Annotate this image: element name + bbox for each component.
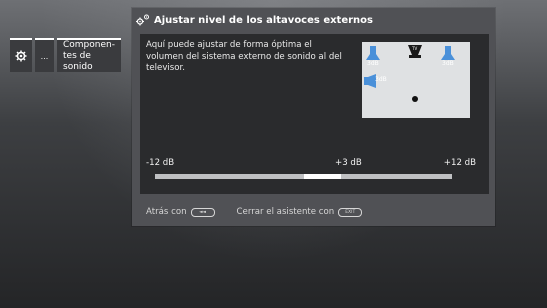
speaker-front-right-label: 3dB bbox=[442, 60, 454, 67]
exit-key-icon: EXIT bbox=[338, 207, 363, 217]
breadcrumb-settings[interactable] bbox=[10, 38, 32, 72]
slider-min-label: -12 dB bbox=[146, 158, 175, 168]
speaker-level-dialog: Ajustar nivel de los altavoces externos … bbox=[132, 8, 495, 226]
back-key-icon: ◄◄ bbox=[190, 207, 215, 217]
breadcrumb-more[interactable]: ... bbox=[35, 38, 54, 72]
level-slider[interactable] bbox=[155, 174, 452, 179]
slider-current-label: +3 dB bbox=[335, 158, 362, 168]
dialog-content: Aquí puede ajustar de forma óptima el vo… bbox=[140, 34, 489, 194]
dialog-title: Ajustar nivel de los altavoces externos bbox=[154, 14, 373, 26]
breadcrumb-label-line2: tes de sonido bbox=[63, 50, 93, 72]
dialog-footer: Atrás con ◄◄ Cerrar el asistente con EXI… bbox=[146, 206, 363, 218]
tv-label: TV bbox=[412, 46, 418, 51]
level-slider-labels: -12 dB +3 dB +12 dB bbox=[146, 158, 476, 170]
slider-max-label: +12 dB bbox=[443, 158, 476, 168]
breadcrumb-label-line1: Componen- bbox=[63, 39, 115, 50]
speaker-settings-icon bbox=[136, 14, 150, 26]
dialog-description: Aquí puede ajustar de forma óptima el vo… bbox=[146, 40, 342, 73]
listener-position bbox=[412, 96, 418, 102]
close-label: Cerrar el asistente con bbox=[236, 207, 335, 217]
speaker-front-left-label: 3dB bbox=[367, 60, 379, 67]
level-slider-fill bbox=[303, 174, 341, 179]
breadcrumb-sound-components[interactable]: Componen- tes de sonido bbox=[57, 38, 121, 72]
close-wizard-hint[interactable]: Cerrar el asistente con EXIT bbox=[237, 207, 363, 217]
back-hint[interactable]: Atrás con ◄◄ bbox=[146, 207, 215, 217]
speaker-layout-diagram: 3dB TV 3dB 3dB bbox=[362, 42, 470, 118]
back-label: Atrás con bbox=[146, 207, 187, 217]
breadcrumb-more-label: ... bbox=[40, 51, 49, 61]
gear-icon bbox=[15, 50, 27, 62]
dialog-header: Ajustar nivel de los altavoces externos bbox=[132, 8, 495, 32]
speaker-side-label: 3dB bbox=[375, 76, 387, 83]
breadcrumb: ... Componen- tes de sonido bbox=[10, 38, 121, 72]
